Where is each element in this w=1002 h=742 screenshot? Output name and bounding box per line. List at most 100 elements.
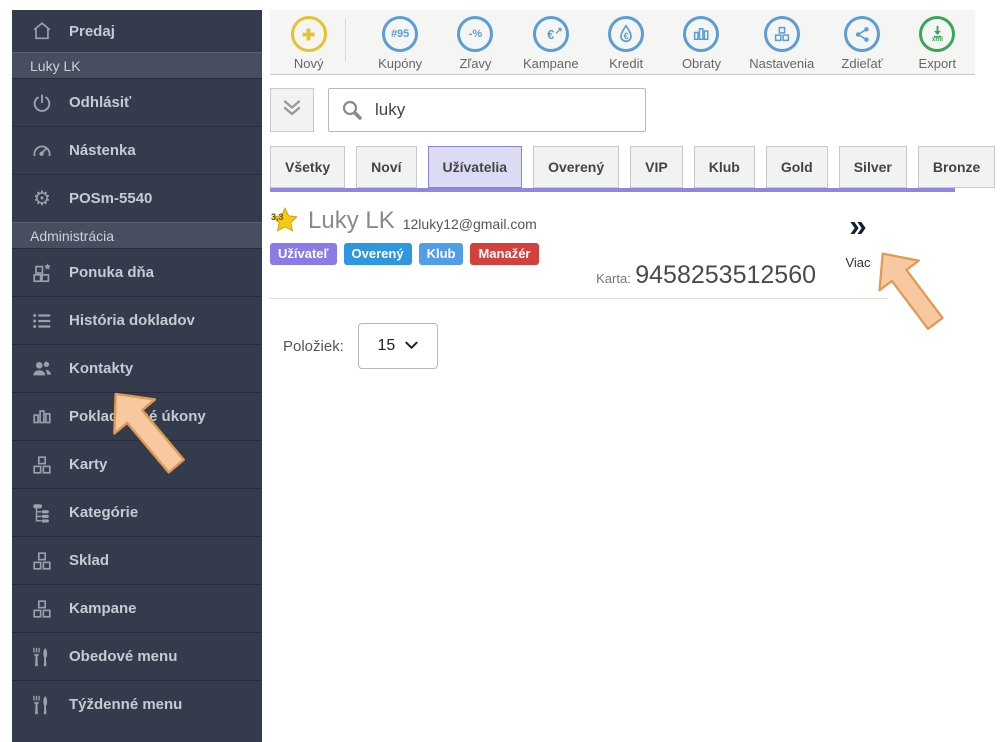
sidebar-section-administracia: Administrácia bbox=[12, 222, 262, 248]
chevron-down-icon bbox=[405, 339, 418, 353]
tab-klub[interactable]: Klub bbox=[694, 146, 755, 188]
discount-icon: -% bbox=[457, 16, 493, 52]
toolbar-divider bbox=[345, 19, 346, 61]
turnover-chart-icon bbox=[683, 16, 719, 52]
sidebar: Predaj Luky LK Odhlásiť Nástenka ⚙ POSm-… bbox=[12, 10, 262, 742]
settings-button[interactable]: Nastavenia bbox=[739, 16, 824, 71]
sidebar-item-tyzdenne-menu[interactable]: Týždenné menu bbox=[12, 680, 262, 728]
blocks-icon bbox=[30, 453, 54, 477]
sidebar-item-label: Sklad bbox=[69, 552, 109, 569]
blocks-icon bbox=[30, 549, 54, 573]
dashboard-icon bbox=[30, 139, 54, 163]
sidebar-item-label: Odhlásiť bbox=[69, 94, 131, 111]
sidebar-item-kampane[interactable]: Kampane bbox=[12, 584, 262, 632]
chevron-double-right-icon: » bbox=[830, 210, 886, 241]
toolbar: Nový #95 Kupóny -% Zľavy € ↗ Kampane bbox=[270, 10, 975, 75]
sidebar-item-pokladnicne-ukony[interactable]: Pokladničné úkony bbox=[12, 392, 262, 440]
card-label: Karta: bbox=[596, 271, 631, 286]
sidebar-item-label: Obedové menu bbox=[69, 648, 177, 665]
items-per-page-select[interactable]: 15 bbox=[358, 323, 438, 369]
coupons-button[interactable]: #95 Kupóny bbox=[362, 16, 437, 71]
sidebar-item-ponuka-dna[interactable]: Ponuka dňa bbox=[12, 248, 262, 296]
turnover-button[interactable]: Obraty bbox=[664, 16, 739, 71]
power-icon bbox=[30, 91, 54, 115]
sidebar-item-historia-dokladov[interactable]: História dokladov bbox=[12, 296, 262, 344]
sidebar-item-label: Kategórie bbox=[69, 504, 138, 521]
sidebar-item-label: Kontakty bbox=[69, 360, 133, 377]
chevron-double-down-icon bbox=[280, 96, 304, 125]
tab-uzivatelia[interactable]: Užívatelia bbox=[428, 146, 523, 188]
contact-email: 12luky12@gmail.com bbox=[403, 216, 537, 232]
people-icon bbox=[30, 357, 54, 381]
contact-name: Luky LK bbox=[308, 207, 395, 235]
sidebar-item-obedove-menu[interactable]: Obedové menu bbox=[12, 632, 262, 680]
cutlery-icon bbox=[30, 693, 54, 717]
sidebar-item-label: POSm-5540 bbox=[69, 190, 152, 207]
sidebar-item-label: História dokladov bbox=[69, 312, 195, 329]
more-label: Viac bbox=[830, 255, 886, 270]
offer-blocks-star-icon bbox=[30, 261, 54, 285]
bar-chart-icon bbox=[30, 405, 54, 429]
tab-gold[interactable]: Gold bbox=[766, 146, 828, 188]
euro-trend-icon: € ↗ bbox=[533, 16, 569, 52]
settings-blocks-icon bbox=[764, 16, 800, 52]
tab-vip[interactable]: VIP bbox=[630, 146, 683, 188]
new-button[interactable]: Nový bbox=[280, 16, 337, 71]
badge-manazer: Manažér bbox=[470, 243, 538, 265]
rating-star-icon: 3,3 bbox=[270, 206, 300, 235]
card-number: 9458253512560 bbox=[635, 261, 816, 289]
sidebar-item-label: Ponuka dňa bbox=[69, 264, 154, 281]
badge-klub: Klub bbox=[419, 243, 464, 265]
search-input[interactable] bbox=[328, 88, 646, 132]
tab-novi[interactable]: Noví bbox=[356, 146, 416, 188]
share-icon bbox=[844, 16, 880, 52]
cutlery-icon bbox=[30, 645, 54, 669]
credit-button[interactable]: € Kredit bbox=[588, 16, 663, 71]
sidebar-user-name[interactable]: Luky LK bbox=[12, 52, 262, 78]
category-tree-icon bbox=[30, 501, 54, 525]
export-button[interactable]: xml Export bbox=[900, 16, 975, 71]
main-content: Nový #95 Kupóny -% Zľavy € ↗ Kampane bbox=[270, 10, 975, 369]
search-box bbox=[328, 88, 646, 132]
sidebar-item-posm[interactable]: ⚙ POSm-5540 bbox=[12, 174, 262, 222]
filter-tabs: Všetky Noví Užívatelia Overený VIP Klub … bbox=[270, 146, 975, 188]
badge-overeny: Overený bbox=[344, 243, 412, 265]
sidebar-item-label: Karty bbox=[69, 456, 107, 473]
badge-uzivatel: Užívateľ bbox=[270, 243, 337, 265]
sidebar-item-odhlasit[interactable]: Odhlásiť bbox=[12, 78, 262, 126]
home-icon bbox=[30, 19, 54, 43]
campaigns-button[interactable]: € ↗ Kampane bbox=[513, 16, 588, 71]
coupon-icon: #95 bbox=[382, 16, 418, 52]
rating-value: 3,3 bbox=[271, 212, 284, 222]
sidebar-item-nastenka[interactable]: Nástenka bbox=[12, 126, 262, 174]
tab-overeny[interactable]: Overený bbox=[533, 146, 619, 188]
tab-bronze[interactable]: Bronze bbox=[918, 146, 995, 188]
sidebar-item-predaj[interactable]: Predaj bbox=[12, 10, 262, 52]
search-icon bbox=[340, 98, 364, 127]
tab-silver[interactable]: Silver bbox=[839, 146, 907, 188]
more-button[interactable]: » Viac bbox=[830, 210, 886, 270]
list-icon bbox=[30, 309, 54, 333]
sidebar-item-label: Kampane bbox=[69, 600, 137, 617]
blocks-icon bbox=[30, 597, 54, 621]
tab-vsetky[interactable]: Všetky bbox=[270, 146, 345, 188]
export-xml-icon: xml bbox=[919, 16, 955, 52]
share-button[interactable]: Zdieľať bbox=[824, 16, 899, 71]
discounts-button[interactable]: -% Zľavy bbox=[438, 16, 513, 71]
items-per-page-value: 15 bbox=[377, 337, 395, 355]
contact-list-item[interactable]: 3,3 Luky LK 12luky12@gmail.com Užívateľ … bbox=[270, 206, 888, 299]
sidebar-item-kategorie[interactable]: Kategórie bbox=[12, 488, 262, 536]
sidebar-item-kontakty[interactable]: Kontakty bbox=[12, 344, 262, 392]
sidebar-item-label: Týždenné menu bbox=[69, 696, 182, 713]
card-number-line: Karta: 9458253512560 bbox=[596, 261, 816, 290]
sidebar-item-label: Pokladničné úkony bbox=[69, 408, 206, 425]
sidebar-item-label: Predaj bbox=[69, 23, 115, 40]
pagination-row: Položiek: 15 bbox=[283, 323, 975, 369]
expand-filters-button[interactable] bbox=[270, 88, 314, 132]
search-row bbox=[270, 88, 975, 132]
euro-drop-icon: € bbox=[608, 16, 644, 52]
items-per-page-label: Položiek: bbox=[283, 338, 344, 355]
sidebar-item-karty[interactable]: Karty bbox=[12, 440, 262, 488]
sidebar-item-label: Nástenka bbox=[69, 142, 136, 159]
sidebar-item-sklad[interactable]: Sklad bbox=[12, 536, 262, 584]
